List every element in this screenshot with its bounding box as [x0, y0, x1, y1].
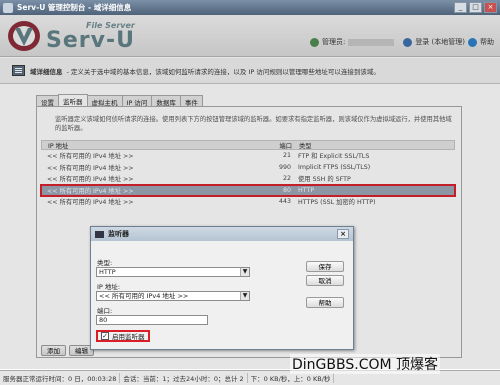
ip-select[interactable]: << 所有可用的 IPv4 地址 >> ▼ — [96, 291, 250, 301]
type-select[interactable]: HTTP ▼ — [96, 267, 250, 277]
maximize-button[interactable]: □ — [469, 2, 482, 13]
window-titlebar: Serv-U 管理控制台 - 域详细信息 _ □ × — [0, 0, 500, 15]
uptime-status: 服务器正常运行时间：0 日，00:03:28 — [0, 373, 121, 383]
minimize-button[interactable]: _ — [454, 2, 467, 13]
session-status: 会话：当前：1；过去24小时：0；总计 2 — [120, 373, 248, 383]
enable-listener-checkbox[interactable]: ✓ — [101, 332, 109, 340]
type-label: 类型: — [97, 259, 113, 267]
type-select-value: HTTP — [99, 268, 116, 276]
close-button[interactable]: × — [484, 2, 497, 13]
cancel-button[interactable]: 取消 — [306, 275, 344, 286]
traffic-status: 下：0 KB/秒，上：0 KB/秒 — [248, 373, 335, 383]
dialog-title: 监听器 — [108, 230, 129, 238]
help-button[interactable]: 帮助 — [306, 297, 344, 308]
save-button[interactable]: 保存 — [306, 261, 344, 272]
watermark: DinGBBS.COM 顶爆客 — [290, 354, 441, 374]
monitor-icon — [95, 230, 104, 238]
enable-listener-checkbox-group[interactable]: ✓ 启用监听器 — [96, 330, 150, 342]
chevron-down-icon: ▼ — [240, 268, 249, 276]
port-input[interactable]: 80 — [96, 315, 208, 325]
app-icon — [3, 2, 13, 13]
dialog-close-button[interactable]: × — [337, 229, 349, 239]
window-title: Serv-U 管理控制台 - 域详细信息 — [17, 3, 132, 12]
listener-dialog: 监听器 × 类型: HTTP ▼ IP 地址: << 所有可用的 IPv4 地址… — [90, 226, 354, 350]
port-label: 端口: — [97, 307, 113, 315]
ip-select-value: << 所有可用的 IPv4 地址 >> — [99, 292, 189, 300]
ip-label: IP 地址: — [97, 283, 121, 291]
enable-listener-label: 启用监听器 — [112, 333, 145, 341]
window-controls: _ □ × — [454, 2, 497, 13]
chevron-down-icon: ▼ — [240, 292, 249, 300]
dialog-titlebar: 监听器 × — [91, 227, 353, 241]
